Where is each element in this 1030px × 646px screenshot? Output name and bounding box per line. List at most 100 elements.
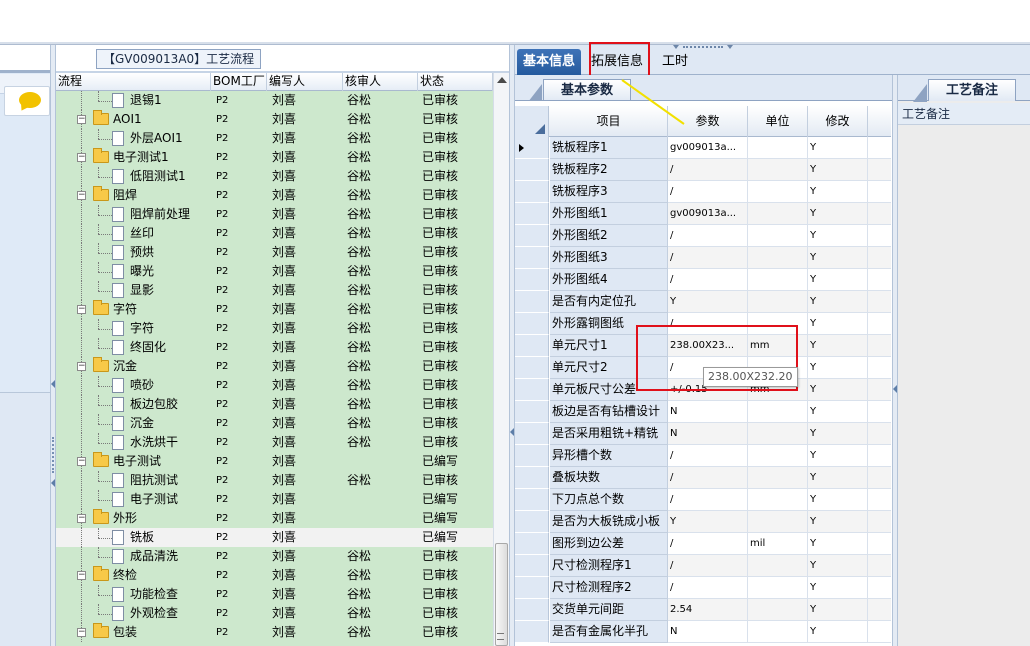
param-value-cell[interactable]: /	[668, 489, 748, 511]
param-unit-cell[interactable]	[748, 577, 808, 599]
param-value-cell[interactable]: /	[668, 247, 748, 269]
param-unit-cell[interactable]	[748, 467, 808, 489]
param-row[interactable]: 交货单元间距 2.54 Y	[515, 599, 891, 621]
row-header[interactable]	[515, 533, 549, 555]
collapse-icon[interactable]: −	[77, 571, 86, 580]
tree-row[interactable]: 功能检查 P2 刘喜 谷松 已审核	[56, 585, 493, 604]
param-row[interactable]: 叠板块数 / Y	[515, 467, 891, 489]
param-unit-cell[interactable]	[748, 555, 808, 577]
tab-work-hours[interactable]: 工时	[656, 49, 694, 75]
param-modify-cell[interactable]: Y	[808, 357, 868, 379]
row-header[interactable]	[515, 401, 549, 423]
param-row[interactable]: 图形到边公差 / mil Y	[515, 533, 891, 555]
param-value-cell[interactable]: Y	[668, 511, 748, 533]
param-modify-cell[interactable]: Y	[808, 335, 868, 357]
param-row[interactable]: 铣板程序3/ Y	[515, 181, 891, 203]
param-value-cell[interactable]: /	[668, 577, 748, 599]
param-unit-cell[interactable]	[748, 621, 808, 643]
tree-row[interactable]: 低阻测试1 P2 刘喜 谷松 已审核	[56, 167, 493, 186]
param-row[interactable]: 是否有金属化半孔 N Y	[515, 621, 891, 643]
param-unit-cell[interactable]	[748, 181, 808, 203]
row-header[interactable]	[515, 181, 549, 203]
param-modify-cell[interactable]: Y	[808, 577, 868, 599]
row-header[interactable]	[515, 225, 549, 247]
param-value-cell[interactable]: /	[668, 445, 748, 467]
param-value-cell[interactable]: N	[668, 423, 748, 445]
row-header[interactable]	[515, 599, 549, 621]
param-modify-cell[interactable]: Y	[808, 445, 868, 467]
param-modify-cell[interactable]: Y	[808, 555, 868, 577]
param-unit-cell[interactable]	[748, 599, 808, 621]
param-value-cell[interactable]: gv009013a...	[668, 203, 748, 225]
param-modify-cell[interactable]: Y	[808, 247, 868, 269]
tree-row[interactable]: 喷砂 P2 刘喜 谷松 已审核	[56, 376, 493, 395]
tree-row[interactable]: − 阻焊 P2 刘喜 谷松 已审核	[56, 186, 493, 205]
col-header-author[interactable]: 编写人	[267, 73, 343, 91]
scroll-thumb[interactable]	[495, 543, 508, 646]
collapse-icon[interactable]: −	[77, 457, 86, 466]
row-header[interactable]	[515, 467, 549, 489]
row-header[interactable]	[515, 291, 549, 313]
param-modify-cell[interactable]: Y	[808, 225, 868, 247]
param-modify-cell[interactable]: Y	[808, 621, 868, 643]
tree-row[interactable]: − 包装 P2 刘喜 谷松 已审核	[56, 623, 493, 642]
tree-row[interactable]: 字符 P2 刘喜 谷松 已审核	[56, 319, 493, 338]
param-value-cell[interactable]: /	[668, 181, 748, 203]
param-row[interactable]: 外形图纸1 gv009013a... Y	[515, 203, 891, 225]
param-unit-cell[interactable]	[748, 225, 808, 247]
tree-row[interactable]: 阻抗测试 P2 刘喜 谷松 已审核	[56, 471, 493, 490]
col-header-unit[interactable]: 单位	[748, 106, 808, 137]
process-scrollbar[interactable]	[493, 73, 509, 646]
tree-row[interactable]: − 字符 P2 刘喜 谷松 已审核	[56, 300, 493, 319]
row-header[interactable]	[515, 423, 549, 445]
param-row[interactable]: 异形槽个数 / Y	[515, 445, 891, 467]
tree-row[interactable]: 显影 P2 刘喜 谷松 已审核	[56, 281, 493, 300]
param-unit-cell[interactable]	[748, 445, 808, 467]
param-value-cell[interactable]: /	[668, 159, 748, 181]
col-header-bom[interactable]: BOM工厂	[211, 73, 267, 91]
param-modify-cell[interactable]: Y	[808, 159, 868, 181]
tree-row[interactable]: 终固化 P2 刘喜 谷松 已审核	[56, 338, 493, 357]
param-row[interactable]: 板边是否有钻槽设计 N Y	[515, 401, 891, 423]
param-value-cell[interactable]: /	[668, 555, 748, 577]
tree-row[interactable]: − 终检 P2 刘喜 谷松 已审核	[56, 566, 493, 585]
param-row[interactable]: 是否采用粗铣+精铣 N Y	[515, 423, 891, 445]
row-header[interactable]	[515, 555, 549, 577]
collapse-icon[interactable]: −	[77, 305, 86, 314]
tree-row[interactable]: − 外形 P2 刘喜 已编写	[56, 509, 493, 528]
param-unit-cell[interactable]	[748, 401, 808, 423]
subtab-basic-params[interactable]: 基本参数	[528, 79, 631, 102]
param-value-cell[interactable]: 2.54	[668, 599, 748, 621]
row-header[interactable]	[515, 137, 549, 159]
tree-row[interactable]: 曝光 P2 刘喜 谷松 已审核	[56, 262, 493, 281]
param-row[interactable]: 外形图纸3/ Y	[515, 247, 891, 269]
param-modify-cell[interactable]: Y	[808, 137, 868, 159]
param-modify-cell[interactable]: Y	[808, 489, 868, 511]
param-modify-cell[interactable]: Y	[808, 291, 868, 313]
tree-row[interactable]: 丝印 P2 刘喜 谷松 已审核	[56, 224, 493, 243]
param-row[interactable]: 外形图纸2/ Y	[515, 225, 891, 247]
tree-row[interactable]: 板边包胶 P2 刘喜 谷松 已审核	[56, 395, 493, 414]
tree-row[interactable]: 外观检查 P2 刘喜 谷松 已审核	[56, 604, 493, 623]
grid-corner-icon[interactable]	[515, 106, 549, 137]
param-unit-cell[interactable]	[748, 423, 808, 445]
row-header[interactable]	[515, 269, 549, 291]
col-header-reviewer[interactable]: 核审人	[343, 73, 418, 91]
collapse-icon[interactable]: −	[77, 153, 86, 162]
row-header[interactable]	[515, 247, 549, 269]
scroll-up-icon[interactable]	[497, 77, 507, 83]
param-modify-cell[interactable]: Y	[808, 511, 868, 533]
param-row[interactable]: 是否有内定位孔 Y Y	[515, 291, 891, 313]
param-unit-cell[interactable]	[748, 511, 808, 533]
param-modify-cell[interactable]: Y	[808, 401, 868, 423]
param-modify-cell[interactable]: Y	[808, 313, 868, 335]
col-header-flow[interactable]: 流程	[56, 73, 211, 91]
tab-basic-info[interactable]: 基本信息	[517, 49, 582, 75]
param-row[interactable]: 铣板程序1 gv009013a... Y	[515, 137, 891, 159]
param-unit-cell[interactable]	[748, 203, 808, 225]
param-value-cell[interactable]: /	[668, 225, 748, 247]
tree-row[interactable]: 电子测试 P2 刘喜 已编写	[56, 490, 493, 509]
collapse-left-arrow-icon-2[interactable]	[51, 479, 55, 487]
tree-row[interactable]: 退锡1 P2 刘喜 谷松 已审核	[56, 91, 493, 110]
tree-row[interactable]: − AOI1 P2 刘喜 谷松 已审核	[56, 110, 493, 129]
